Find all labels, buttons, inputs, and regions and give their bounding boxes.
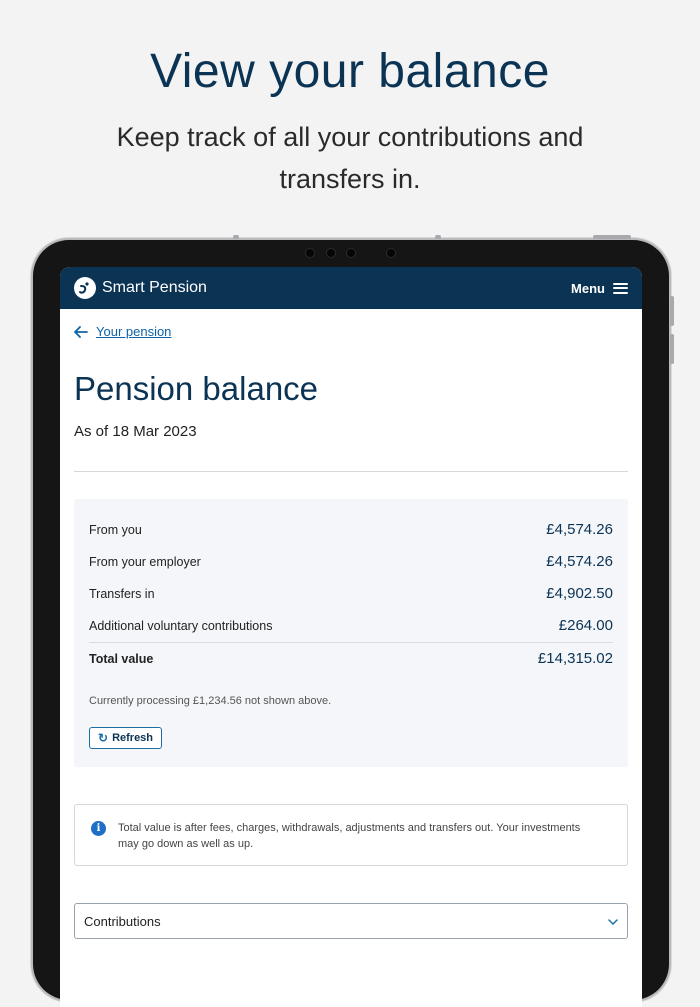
arrow-left-icon[interactable] xyxy=(74,325,88,338)
hamburger-icon xyxy=(613,282,628,294)
divider xyxy=(74,471,628,472)
total-value-label: Total value xyxy=(89,651,154,666)
as-of-date: As of 18 Mar 2023 xyxy=(74,423,197,440)
device-volume-up-button xyxy=(670,296,674,326)
balance-row: Additional voluntary contributions £264.… xyxy=(89,617,613,634)
total-value-row: Total value £14,315.02 xyxy=(89,650,613,667)
device-top-button xyxy=(233,235,239,239)
refresh-label: Refresh xyxy=(112,732,154,744)
processing-note: Currently processing £1,234.56 not shown… xyxy=(89,695,332,707)
info-notice: i Total value is after fees, charges, wi… xyxy=(74,804,628,866)
balance-row-value: £264.00 xyxy=(558,617,613,634)
total-divider xyxy=(89,642,613,643)
device-camera xyxy=(347,249,355,257)
page-title: Pension balance xyxy=(74,370,319,407)
chevron-down-icon xyxy=(608,914,618,928)
promo-title: View your balance xyxy=(150,45,550,98)
brand-name: Smart Pension xyxy=(102,279,207,296)
app-header: Smart Pension Menu xyxy=(60,267,642,309)
balance-row: Transfers in £4,902.50 xyxy=(89,585,613,602)
balance-row-label: Transfers in xyxy=(89,586,155,601)
refresh-icon: ↻ xyxy=(98,731,109,745)
smart-pension-logo-icon[interactable] xyxy=(74,277,96,299)
tablet-device-frame: Smart Pension Menu Your pension Pension … xyxy=(33,235,674,1007)
breadcrumb: Your pension xyxy=(74,324,171,339)
device-sensor xyxy=(306,249,314,257)
balance-row-label: From your employer xyxy=(89,554,201,569)
balance-row: From you £4,574.26 xyxy=(89,521,613,538)
info-notice-text: Total value is after fees, charges, with… xyxy=(118,822,581,850)
balance-row-label: Additional voluntary contributions xyxy=(89,618,273,633)
device-power-button xyxy=(593,235,631,239)
info-icon: i xyxy=(91,821,106,836)
device-top-button xyxy=(435,235,441,239)
menu-button[interactable]: Menu xyxy=(571,281,628,296)
balance-row: From your employer £4,574.26 xyxy=(89,553,613,570)
menu-label: Menu xyxy=(571,280,605,296)
device-sensor xyxy=(387,249,395,257)
balance-row-value: £4,902.50 xyxy=(546,585,613,602)
refresh-button[interactable]: ↻ Refresh xyxy=(89,727,163,749)
back-link-your-pension[interactable]: Your pension xyxy=(96,324,171,339)
device-sensor xyxy=(327,249,335,257)
total-value-amount: £14,315.02 xyxy=(537,650,613,667)
device-volume-down-button xyxy=(670,334,674,364)
promo-subtitle: Keep track of all your contributions and… xyxy=(116,122,584,194)
balance-row-value: £4,574.26 xyxy=(546,553,613,570)
balance-row-value: £4,574.26 xyxy=(546,521,613,538)
accordion-label: Contributions xyxy=(84,913,161,929)
balance-summary-card: From you £4,574.26 From your employer £4… xyxy=(74,499,628,767)
balance-row-label: From you xyxy=(89,522,142,537)
app-screen: Smart Pension Menu Your pension Pension … xyxy=(60,267,642,1007)
